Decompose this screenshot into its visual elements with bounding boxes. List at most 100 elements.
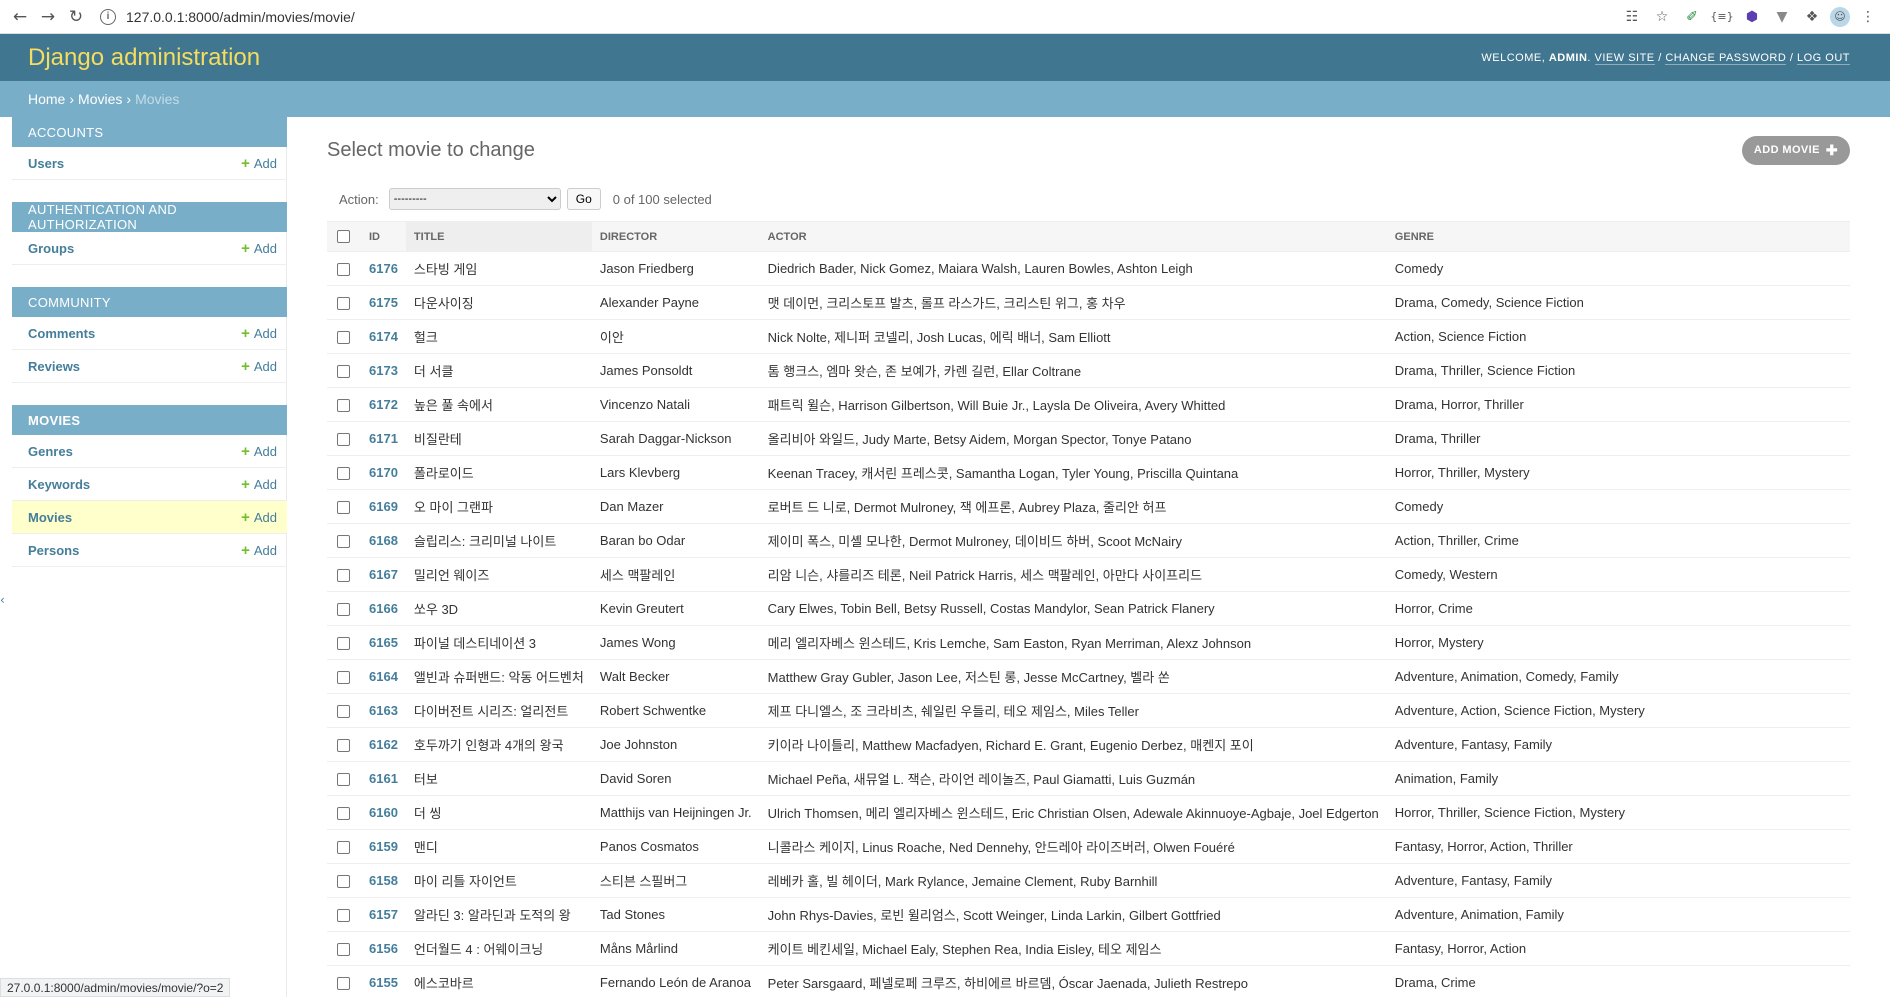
profile-avatar-icon[interactable]: ☺ [1830,6,1850,27]
row-checkbox[interactable] [337,705,350,719]
movie-id-link[interactable]: 6162 [369,737,398,752]
row-checkbox[interactable] [337,331,350,345]
sidebar-item-link[interactable]: Keywords [28,477,90,492]
sidebar-add-link[interactable]: + Add [241,325,277,342]
column-header-title[interactable]: Title [405,221,592,252]
forward-arrow-icon[interactable]: → [34,3,62,31]
row-checkbox[interactable] [337,467,350,481]
sidebar-item-link[interactable]: Movies [28,510,72,525]
row-checkbox[interactable] [337,263,350,277]
row-checkbox[interactable] [337,603,350,617]
row-checkbox[interactable] [337,365,350,379]
movie-id-link[interactable]: 6164 [369,669,398,684]
plus-icon: + [241,442,250,460]
sidebar-module: Community Comments + Add Reviews + Add [12,287,287,383]
movie-id-link[interactable]: 6169 [369,499,398,514]
movie-id-link[interactable]: 6176 [369,261,398,276]
log-out-link[interactable]: Log out [1796,51,1850,65]
sidebar-module-caption[interactable]: Authentication and Authorization [12,202,287,232]
extension-hexagon-icon[interactable]: ⬢ [1740,5,1764,29]
movie-id-link[interactable]: 6155 [369,975,398,990]
movie-id-link[interactable]: 6173 [369,363,398,378]
site-branding[interactable]: Django administration [28,44,260,72]
sidebar-add-link[interactable]: + Add [241,155,277,172]
sidebar-item-link[interactable]: Comments [28,326,95,341]
translate-icon[interactable]: ☷ [1620,5,1644,29]
sidebar-item-link[interactable]: Reviews [28,359,80,374]
movie-id-link[interactable]: 6175 [369,295,398,310]
column-header-id[interactable]: ID [361,221,406,252]
reload-icon[interactable]: ↻ [62,3,90,31]
sidebar-item-link[interactable]: Genres [28,444,73,459]
sidebar-add-link[interactable]: + Add [241,509,277,526]
row-checkbox[interactable] [337,399,350,413]
sidebar-module-caption[interactable]: Movies [12,405,287,435]
row-checkbox[interactable] [337,773,350,787]
sidebar-module-caption[interactable]: Accounts [12,117,287,147]
select-all-checkbox[interactable] [337,230,350,243]
row-checkbox[interactable] [337,501,350,515]
site-info-icon[interactable]: i [100,8,116,25]
breadcrumb-home[interactable]: Home [28,91,65,107]
change-password-link[interactable]: Change password [1665,51,1787,65]
movie-id-link[interactable]: 6171 [369,431,398,446]
column-header-genre[interactable]: Genre [1386,221,1850,252]
sidebar-item-link[interactable]: Persons [28,543,79,558]
bookmark-star-icon[interactable]: ☆ [1650,5,1674,29]
row-checkbox[interactable] [337,637,350,651]
movie-id-link[interactable]: 6156 [369,941,398,956]
row-checkbox[interactable] [337,671,350,685]
sidebar-add-link[interactable]: + Add [241,358,277,375]
extension-braces-icon[interactable]: {≡} [1710,5,1734,29]
table-header-row: ID Title Director Actor Genre [327,221,1850,252]
row-checkbox[interactable] [337,875,350,889]
row-checkbox[interactable] [337,807,350,821]
cell-director: David Soren [591,761,760,796]
movie-id-link[interactable]: 6160 [369,805,398,820]
movie-id-link[interactable]: 6159 [369,839,398,854]
extensions-puzzle-icon[interactable]: ❖ [1800,5,1824,29]
row-checkbox[interactable] [337,569,350,583]
movie-id-link[interactable]: 6172 [369,397,398,412]
menu-kebab-icon[interactable]: ⋮ [1856,5,1880,29]
breadcrumb-app[interactable]: Movies [78,91,122,107]
extension-pen-icon[interactable]: ✐ [1680,5,1704,29]
column-header-director[interactable]: Director [591,221,760,252]
row-checkbox[interactable] [337,433,350,447]
back-arrow-icon[interactable]: ← [6,3,34,31]
row-checkbox[interactable] [337,909,350,923]
sidebar-add-link[interactable]: + Add [241,476,277,493]
sidebar-item-link[interactable]: Users [28,156,64,171]
movie-id-link[interactable]: 6157 [369,907,398,922]
row-checkbox[interactable] [337,943,350,957]
sidebar-module-caption[interactable]: Community [12,287,287,317]
sidebar-add-link[interactable]: + Add [241,542,277,559]
row-checkbox[interactable] [337,739,350,753]
movie-id-link[interactable]: 6174 [369,329,398,344]
row-checkbox[interactable] [337,535,350,549]
cell-title: 언더월드 4 : 어웨이크닝 [405,931,592,966]
column-header-actor[interactable]: Actor [759,221,1387,252]
extension-triangle-icon[interactable]: ▼ [1770,5,1794,29]
movie-id-link[interactable]: 6168 [369,533,398,548]
go-button[interactable]: Go [566,188,601,210]
movie-id-link[interactable]: 6163 [369,703,398,718]
view-site-link[interactable]: View site [1594,51,1655,65]
row-checkbox[interactable] [337,841,350,855]
movie-id-link[interactable]: 6161 [369,771,398,786]
sidebar-item-link[interactable]: Groups [28,241,74,256]
movie-id-link[interactable]: 6167 [369,567,398,582]
sidebar-add-link[interactable]: + Add [241,443,277,460]
row-checkbox[interactable] [337,297,350,311]
row-checkbox[interactable] [337,977,350,991]
sidebar-add-link[interactable]: + Add [241,240,277,257]
movie-id-link[interactable]: 6166 [369,601,398,616]
movie-id-link[interactable]: 6165 [369,635,398,650]
add-movie-button[interactable]: ADD MOVIE ✚ [1741,135,1850,165]
address-bar[interactable]: i 127.0.0.1:8000/admin/movies/movie/ [90,3,1620,31]
action-select[interactable]: --------- [388,188,561,210]
sidebar-collapse-icon[interactable]: ‹ [0,593,5,607]
movie-id-link[interactable]: 6158 [369,873,398,888]
movie-id-link[interactable]: 6170 [369,465,398,480]
table-row: 6174 헐크 이안 Nick Nolte, 제니퍼 코넬리, Josh Lucas,… [327,319,1850,354]
